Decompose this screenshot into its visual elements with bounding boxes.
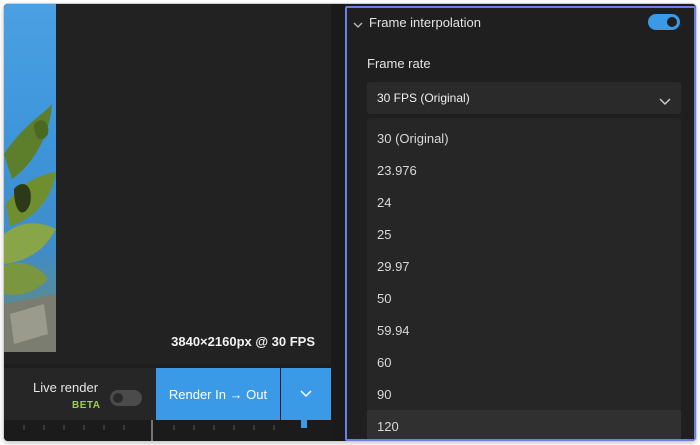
section-header[interactable]: Frame interpolation (347, 8, 694, 36)
live-render-label: Live render (33, 380, 99, 395)
resolution-readout: 3840×2160px @ 30 FPS (171, 334, 315, 349)
frame-rate-select[interactable]: 30 FPS (Original) (367, 82, 681, 114)
app-window: 3840×2160px @ 30 FPS Live render BETA Re… (4, 4, 696, 441)
section-title: Frame interpolation (369, 15, 481, 30)
frame-rate-selected-value: 30 FPS (Original) (377, 91, 470, 105)
toggle-knob (667, 17, 677, 27)
frame-interpolation-toggle[interactable] (648, 14, 680, 30)
frame-interpolation-panel: Frame interpolation Frame rate 30 FPS (O… (345, 6, 696, 441)
live-render-toggle[interactable] (110, 390, 142, 406)
timeline-ruler[interactable] (4, 420, 331, 441)
panel-divider (331, 4, 345, 441)
render-options-button[interactable] (281, 368, 331, 420)
chevron-down-icon[interactable] (353, 16, 363, 34)
frame-rate-label: Frame rate (367, 56, 431, 71)
frame-rate-option[interactable]: 30 (Original) (367, 122, 681, 154)
live-render-area: Live render BETA (4, 368, 156, 420)
frame-rate-option[interactable]: 24 (367, 186, 681, 218)
video-preview: 3840×2160px @ 30 FPS (4, 4, 331, 364)
frame-rate-option[interactable]: 23.976 (367, 154, 681, 186)
frame-rate-option[interactable]: 90 (367, 378, 681, 410)
frame-rate-option[interactable]: 25 (367, 218, 681, 250)
frame-rate-option[interactable]: 60 (367, 346, 681, 378)
frame-rate-dropdown: 30 (Original) 23.976 24 25 29.97 50 59.9… (367, 118, 681, 439)
frame-rate-option[interactable]: 59.94 (367, 314, 681, 346)
toggle-knob (113, 393, 123, 403)
chevron-down-icon (300, 385, 312, 403)
chevron-down-icon (659, 93, 671, 111)
render-in-out-button[interactable]: Render In → Out (156, 368, 280, 420)
frame-rate-option[interactable]: 50 (367, 282, 681, 314)
frame-rate-option[interactable]: 120 (367, 410, 681, 439)
beta-badge: BETA (72, 400, 101, 411)
preview-image (4, 4, 56, 352)
frame-rate-option[interactable]: 29.97 (367, 250, 681, 282)
